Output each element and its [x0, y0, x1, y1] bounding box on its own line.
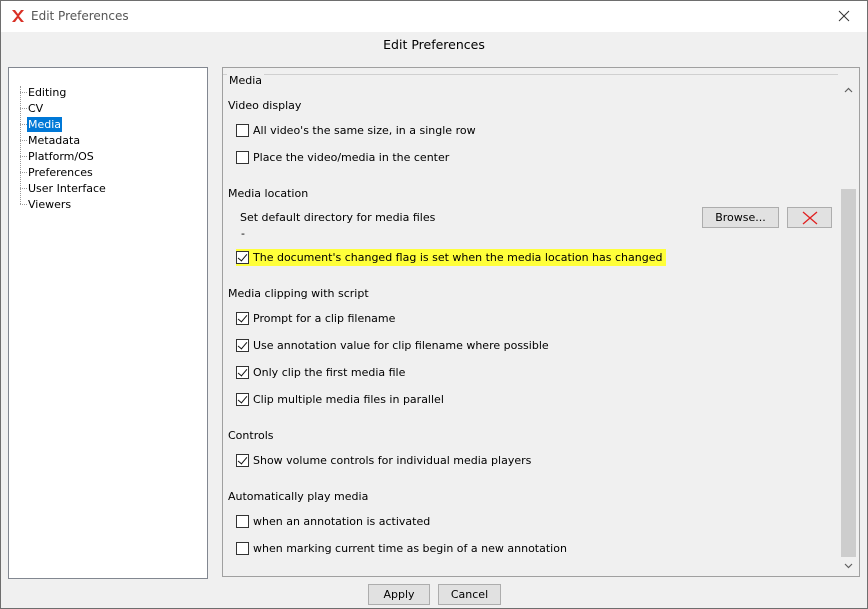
tree-connector	[20, 140, 27, 141]
option-label: Only clip the first media file	[253, 366, 406, 379]
checkbox[interactable]	[236, 312, 249, 325]
option-label: when an annotation is activated	[253, 515, 431, 528]
tree-item-viewers[interactable]: Viewers	[27, 197, 72, 212]
checkbox[interactable]	[236, 454, 249, 467]
option-label: Prompt for a clip filename	[253, 312, 396, 325]
option-autoplay-mark-time[interactable]: when marking current time as begin of a …	[236, 541, 567, 556]
tree-item-metadata[interactable]: Metadata	[27, 133, 81, 148]
tree-item-preferences[interactable]: Preferences	[27, 165, 94, 180]
option-prompt-clip-filename[interactable]: Prompt for a clip filename	[236, 311, 395, 326]
tree-item-platform-os[interactable]: Platform/OS	[27, 149, 95, 164]
option-clip-first-only[interactable]: Only clip the first media file	[236, 365, 405, 380]
close-window-button[interactable]	[821, 1, 867, 31]
section-autoplay: Automatically play media	[228, 490, 369, 503]
category-tree: Editing CV Media Metadata Platform/OS Pr…	[8, 67, 208, 579]
checkbox[interactable]	[236, 251, 249, 264]
section-controls: Controls	[228, 429, 274, 442]
media-fieldset: Media Video display All video's the same…	[223, 74, 838, 574]
clear-x-icon	[802, 211, 817, 224]
checkbox[interactable]	[236, 151, 249, 164]
app-logo-icon	[12, 10, 24, 22]
clear-directory-button[interactable]	[787, 207, 832, 228]
option-label: when marking current time as begin of a …	[253, 542, 567, 555]
tree-item-media[interactable]: Media	[27, 117, 63, 132]
title-bar: Edit Preferences	[1, 1, 867, 32]
window-title: Edit Preferences	[31, 9, 129, 23]
cancel-button[interactable]: Cancel	[438, 584, 501, 605]
tree-connector	[20, 124, 27, 125]
option-annotation-filename[interactable]: Use annotation value for clip filename w…	[236, 338, 549, 353]
scroll-up-icon[interactable]	[844, 86, 853, 95]
checkbox[interactable]	[236, 542, 249, 555]
close-icon	[838, 10, 850, 22]
scroll-down-icon[interactable]	[844, 561, 853, 570]
tree-item-editing[interactable]: Editing	[27, 85, 67, 100]
section-video-display: Video display	[228, 99, 302, 112]
tree-item-user-interface[interactable]: User Interface	[27, 181, 107, 196]
checkbox[interactable]	[236, 515, 249, 528]
option-clip-parallel[interactable]: Clip multiple media files in parallel	[236, 392, 444, 407]
section-media-location: Media location	[228, 187, 309, 200]
option-same-size-row[interactable]: All video's the same size, in a single r…	[236, 123, 476, 138]
default-dir-value: -	[241, 227, 245, 240]
browse-button[interactable]: Browse...	[702, 207, 779, 228]
preferences-window: Edit Preferences Edit Preferences Editin…	[0, 0, 868, 609]
tree-connector	[20, 204, 27, 205]
tree-line	[20, 86, 21, 204]
option-label: Show volume controls for individual medi…	[253, 454, 532, 467]
tree-connector	[20, 108, 27, 109]
checkbox[interactable]	[236, 124, 249, 137]
tree-connector	[20, 92, 27, 93]
option-label: Clip multiple media files in parallel	[253, 393, 444, 406]
tree-connector	[20, 172, 27, 173]
tree-item-cv[interactable]: CV	[27, 101, 44, 116]
option-label: The document's changed flag is set when …	[253, 251, 663, 264]
scroll-thumb[interactable]	[841, 189, 856, 557]
tree-connector	[20, 188, 27, 189]
option-volume-controls[interactable]: Show volume controls for individual medi…	[236, 453, 531, 468]
media-settings-panel: Media Video display All video's the same…	[222, 67, 860, 577]
option-label: All video's the same size, in a single r…	[253, 124, 476, 137]
apply-button[interactable]: Apply	[368, 584, 430, 605]
section-media-clipping: Media clipping with script	[228, 287, 369, 300]
dialog-header: Edit Preferences	[383, 37, 485, 52]
tree-connector	[20, 156, 27, 157]
checkbox[interactable]	[236, 366, 249, 379]
option-center-media[interactable]: Place the video/media in the center	[236, 150, 449, 165]
option-label: Place the video/media in the center	[253, 151, 450, 164]
option-label: Use annotation value for clip filename w…	[253, 339, 549, 352]
vertical-scrollbar[interactable]	[840, 82, 857, 574]
option-changed-flag[interactable]: The document's changed flag is set when …	[236, 249, 667, 266]
fieldset-legend: Media	[227, 74, 265, 87]
highlight-mark: The document's changed flag is set when …	[236, 249, 667, 266]
option-autoplay-annotation[interactable]: when an annotation is activated	[236, 514, 430, 529]
default-dir-label: Set default directory for media files	[240, 211, 436, 224]
checkbox[interactable]	[236, 339, 249, 352]
checkbox[interactable]	[236, 393, 249, 406]
